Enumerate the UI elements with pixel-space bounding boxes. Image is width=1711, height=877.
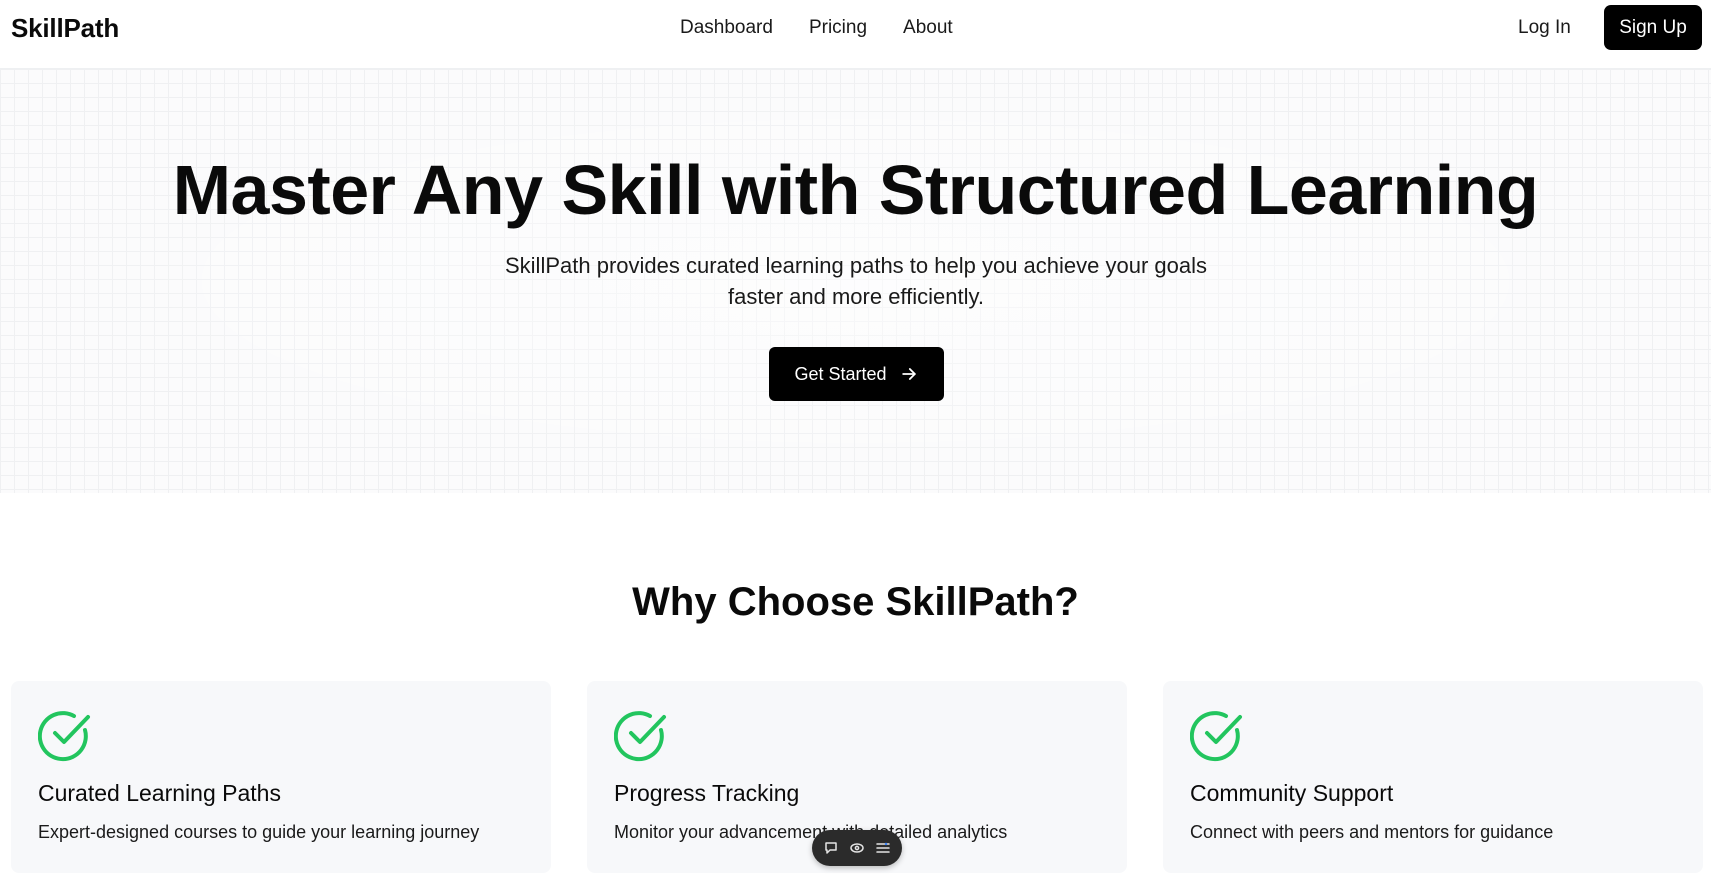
hero-subtitle: SkillPath provides curated learning path… bbox=[505, 253, 1207, 309]
nav-pricing[interactable]: Pricing bbox=[809, 17, 867, 39]
feature-title: Progress Tracking bbox=[614, 780, 800, 806]
site-header: SkillPath Dashboard Pricing About Log In… bbox=[0, 0, 1711, 69]
comment-icon[interactable] bbox=[823, 840, 839, 856]
get-started-label: Get Started bbox=[794, 363, 887, 384]
nav-dashboard[interactable]: Dashboard bbox=[680, 17, 773, 39]
settings-icon[interactable] bbox=[875, 840, 891, 856]
floating-toolbar bbox=[812, 830, 902, 866]
main-nav: Dashboard Pricing About bbox=[680, 17, 953, 39]
feature-card-community: Community Support Connect with peers and… bbox=[1163, 681, 1703, 873]
check-circle-icon bbox=[614, 711, 666, 762]
eye-icon[interactable] bbox=[849, 840, 865, 856]
nav-about[interactable]: About bbox=[903, 17, 953, 39]
feature-description: Expert-designed courses to guide your le… bbox=[38, 822, 480, 842]
signup-button[interactable]: Sign Up bbox=[1604, 5, 1702, 50]
feature-description: Monitor your advancement with detailed a… bbox=[614, 822, 1008, 842]
get-started-button[interactable]: Get Started bbox=[769, 347, 944, 401]
feature-title: Curated Learning Paths bbox=[38, 780, 281, 806]
check-circle-icon bbox=[38, 711, 90, 762]
feature-description: Connect with peers and mentors for guida… bbox=[1190, 822, 1554, 842]
check-circle-icon bbox=[1190, 711, 1242, 762]
brand-logo[interactable]: SkillPath bbox=[11, 13, 119, 44]
feature-title: Community Support bbox=[1190, 780, 1394, 806]
hero-title: Master Any Skill with Structured Learnin… bbox=[172, 151, 1539, 229]
login-link[interactable]: Log In bbox=[1518, 17, 1571, 39]
features-heading: Why Choose SkillPath? bbox=[632, 580, 1079, 624]
arrow-right-icon bbox=[901, 368, 916, 380]
feature-card-curated: Curated Learning Paths Expert-designed c… bbox=[11, 681, 551, 873]
